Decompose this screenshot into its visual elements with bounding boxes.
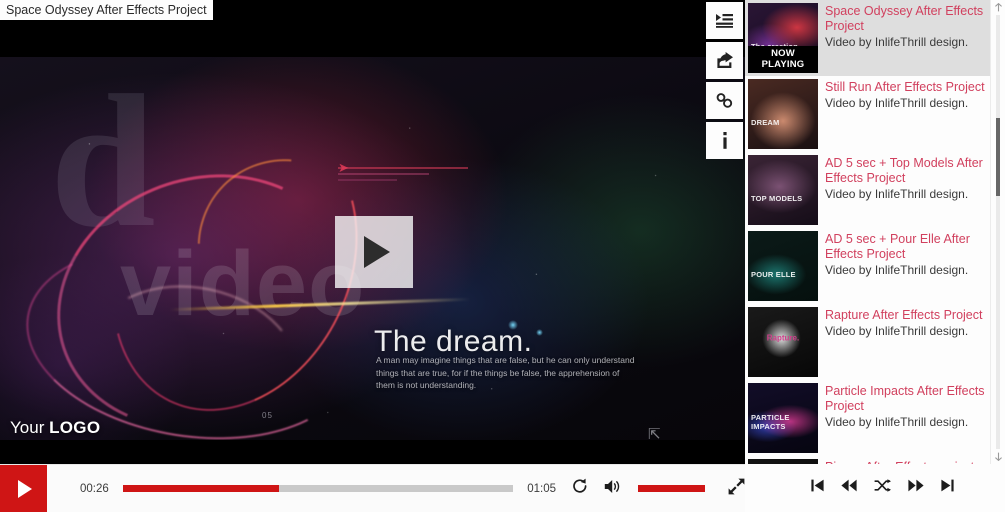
playlist-item-description: Video by InlifeThrill design. [825, 324, 969, 338]
total-time: 01:05 [527, 482, 556, 495]
volume-button[interactable] [604, 479, 622, 499]
playlist-item-meta: Still Run After Effects Project Video by … [825, 79, 985, 149]
playlist-item-title[interactable]: AD 5 sec + Top Models After Effects Proj… [825, 156, 986, 186]
playlist-thumbnail: TOP MODELS [748, 155, 818, 225]
playlist-item-title[interactable]: Rapture After Effects Project [825, 308, 982, 323]
share-icon [716, 52, 734, 69]
share-button[interactable] [706, 42, 743, 79]
playlist-scrollbar[interactable] [990, 0, 1005, 464]
playlist-thumbnail: Rapture. [748, 307, 818, 377]
scene-ui-lines [338, 167, 468, 195]
playlist-thumbnail [748, 459, 818, 464]
video-stage[interactable]: d video ➤ ⇱ 05 The dream. A man may imag… [0, 0, 745, 464]
shuffle-icon [874, 479, 891, 492]
playlist-toggle-button[interactable] [706, 2, 743, 39]
playlist-item[interactable]: The creation.NOW PLAYINGSpace Odyssey Af… [745, 0, 990, 76]
playlist-item-meta: AD 5 sec + Pour Elle After Effects Proje… [825, 231, 986, 301]
volume-fill [638, 485, 705, 492]
side-action-bar [706, 2, 743, 162]
playlist-item-description: Video by InlifeThrill design. [825, 263, 969, 277]
playlist-item-title[interactable]: Space Odyssey After Effects Project [825, 4, 986, 34]
expand-icon [728, 478, 745, 500]
playlist-item[interactable]: Rapture. Rapture After Effects Project Vid… [745, 304, 990, 380]
playlist-item[interactable]: Pieces After Effects project [745, 456, 990, 464]
playlist-item-title[interactable]: Pieces After Effects project [825, 460, 974, 464]
permalink-button[interactable] [706, 82, 743, 119]
skip-next-button[interactable] [941, 479, 954, 497]
playlist-item-description: Video by InlifeThrill design. [825, 96, 969, 110]
playlist-item[interactable]: DREAM Still Run After Effects Project Vide… [745, 76, 990, 152]
playlist-item-description: Video by InlifeThrill design. [825, 415, 969, 429]
playlist-item-title[interactable]: AD 5 sec + Pour Elle After Effects Proje… [825, 232, 986, 262]
scrollbar-thumb[interactable] [996, 118, 1000, 196]
playlist-item-meta: Particle Impacts After Effects Project Vi… [825, 383, 986, 453]
playlist-thumbnail: POUR ELLE [748, 231, 818, 301]
playlist-nav-bar [745, 464, 1005, 512]
now-playing-badge: NOW PLAYING [748, 46, 818, 73]
scroll-up-button[interactable] [991, 0, 1005, 15]
playlist-item-title[interactable]: Still Run After Effects Project [825, 80, 985, 95]
info-button[interactable] [706, 122, 743, 159]
playlist-icon [716, 13, 733, 28]
thumbnail-caption: TOP MODELS [751, 194, 803, 203]
current-time: 00:26 [80, 482, 109, 495]
playlist-thumbnail: DREAM [748, 79, 818, 149]
link-icon [715, 92, 734, 109]
playlist-item-meta: Pieces After Effects project [825, 459, 974, 464]
play-triangle-icon [18, 479, 32, 498]
scrollbar-track[interactable] [996, 15, 1000, 449]
playlist-list[interactable]: The creation.NOW PLAYINGSpace Odyssey Af… [745, 0, 990, 464]
playlist-item-description: Video by InlifeThrill design. [825, 187, 969, 201]
window-title: Space Odyssey After Effects Project [0, 0, 213, 20]
logo-light-text: Your [10, 418, 45, 437]
big-play-button[interactable] [335, 216, 413, 288]
rewind-icon [841, 479, 857, 492]
watermark-text: video [120, 233, 366, 335]
fast-forward-icon [908, 479, 924, 492]
fullscreen-button[interactable] [728, 478, 745, 500]
scroll-down-button[interactable] [991, 449, 1005, 464]
scene-frame-number: 05 [262, 411, 273, 420]
repeat-icon [572, 478, 588, 499]
fast-forward-button[interactable] [908, 479, 924, 497]
watermark-letter: d [50, 57, 156, 267]
playlist-item-title[interactable]: Particle Impacts After Effects Project [825, 384, 986, 414]
player-controls: 00:26 01:05 [0, 464, 745, 512]
rewind-button[interactable] [841, 479, 857, 497]
player-logo: Your LOGO [10, 418, 100, 438]
play-triangle-icon [364, 236, 390, 268]
playlist-panel: The creation.NOW PLAYINGSpace Odyssey Af… [745, 0, 1005, 464]
playlist-item[interactable]: POUR ELLE AD 5 sec + Pour Elle After Effe… [745, 228, 990, 304]
shuffle-button[interactable] [874, 479, 891, 497]
letterbox-bottom [0, 440, 745, 452]
info-icon [721, 132, 729, 149]
skip-previous-button[interactable] [811, 479, 824, 497]
play-button[interactable] [0, 464, 47, 512]
speaker-on-icon [604, 479, 622, 499]
thumbnail-caption: PARTICLE IMPACTS [751, 413, 790, 431]
thumbnail-caption: POUR ELLE [751, 270, 796, 279]
glow-dot-2 [536, 329, 543, 336]
thumbnail-caption: DREAM [751, 118, 780, 127]
video-player-page: Space Odyssey After Effects Project d vi… [0, 0, 1005, 512]
scene-quote: A man may imagine things that are false,… [376, 355, 635, 390]
playlist-thumbnail: The creation.NOW PLAYING [748, 3, 818, 73]
progress-bar[interactable] [122, 485, 514, 492]
playlist-item-meta: Rapture After Effects Project Video by In… [825, 307, 982, 377]
playlist-item-meta: AD 5 sec + Top Models After Effects Proj… [825, 155, 986, 225]
playlist-item-description: Video by InlifeThrill design. [825, 35, 969, 49]
progress-fill [122, 485, 279, 492]
arrow-down-icon [995, 452, 1002, 461]
arrow-up-icon [995, 3, 1002, 12]
repeat-button[interactable] [572, 478, 588, 499]
playlist-item[interactable]: TOP MODELS AD 5 sec + Top Models After Ef… [745, 152, 990, 228]
playlist-thumbnail: PARTICLE IMPACTS [748, 383, 818, 453]
skip-end-icon [941, 479, 954, 492]
thumbnail-caption: Rapture. [766, 333, 800, 343]
logo-bold-text: LOGO [49, 418, 101, 437]
volume-slider[interactable] [638, 485, 705, 492]
playlist-item[interactable]: PARTICLE IMPACTS Particle Impacts After E… [745, 380, 990, 456]
playlist-item-meta: Space Odyssey After Effects Project Video… [825, 3, 986, 73]
skip-start-icon [811, 479, 824, 492]
